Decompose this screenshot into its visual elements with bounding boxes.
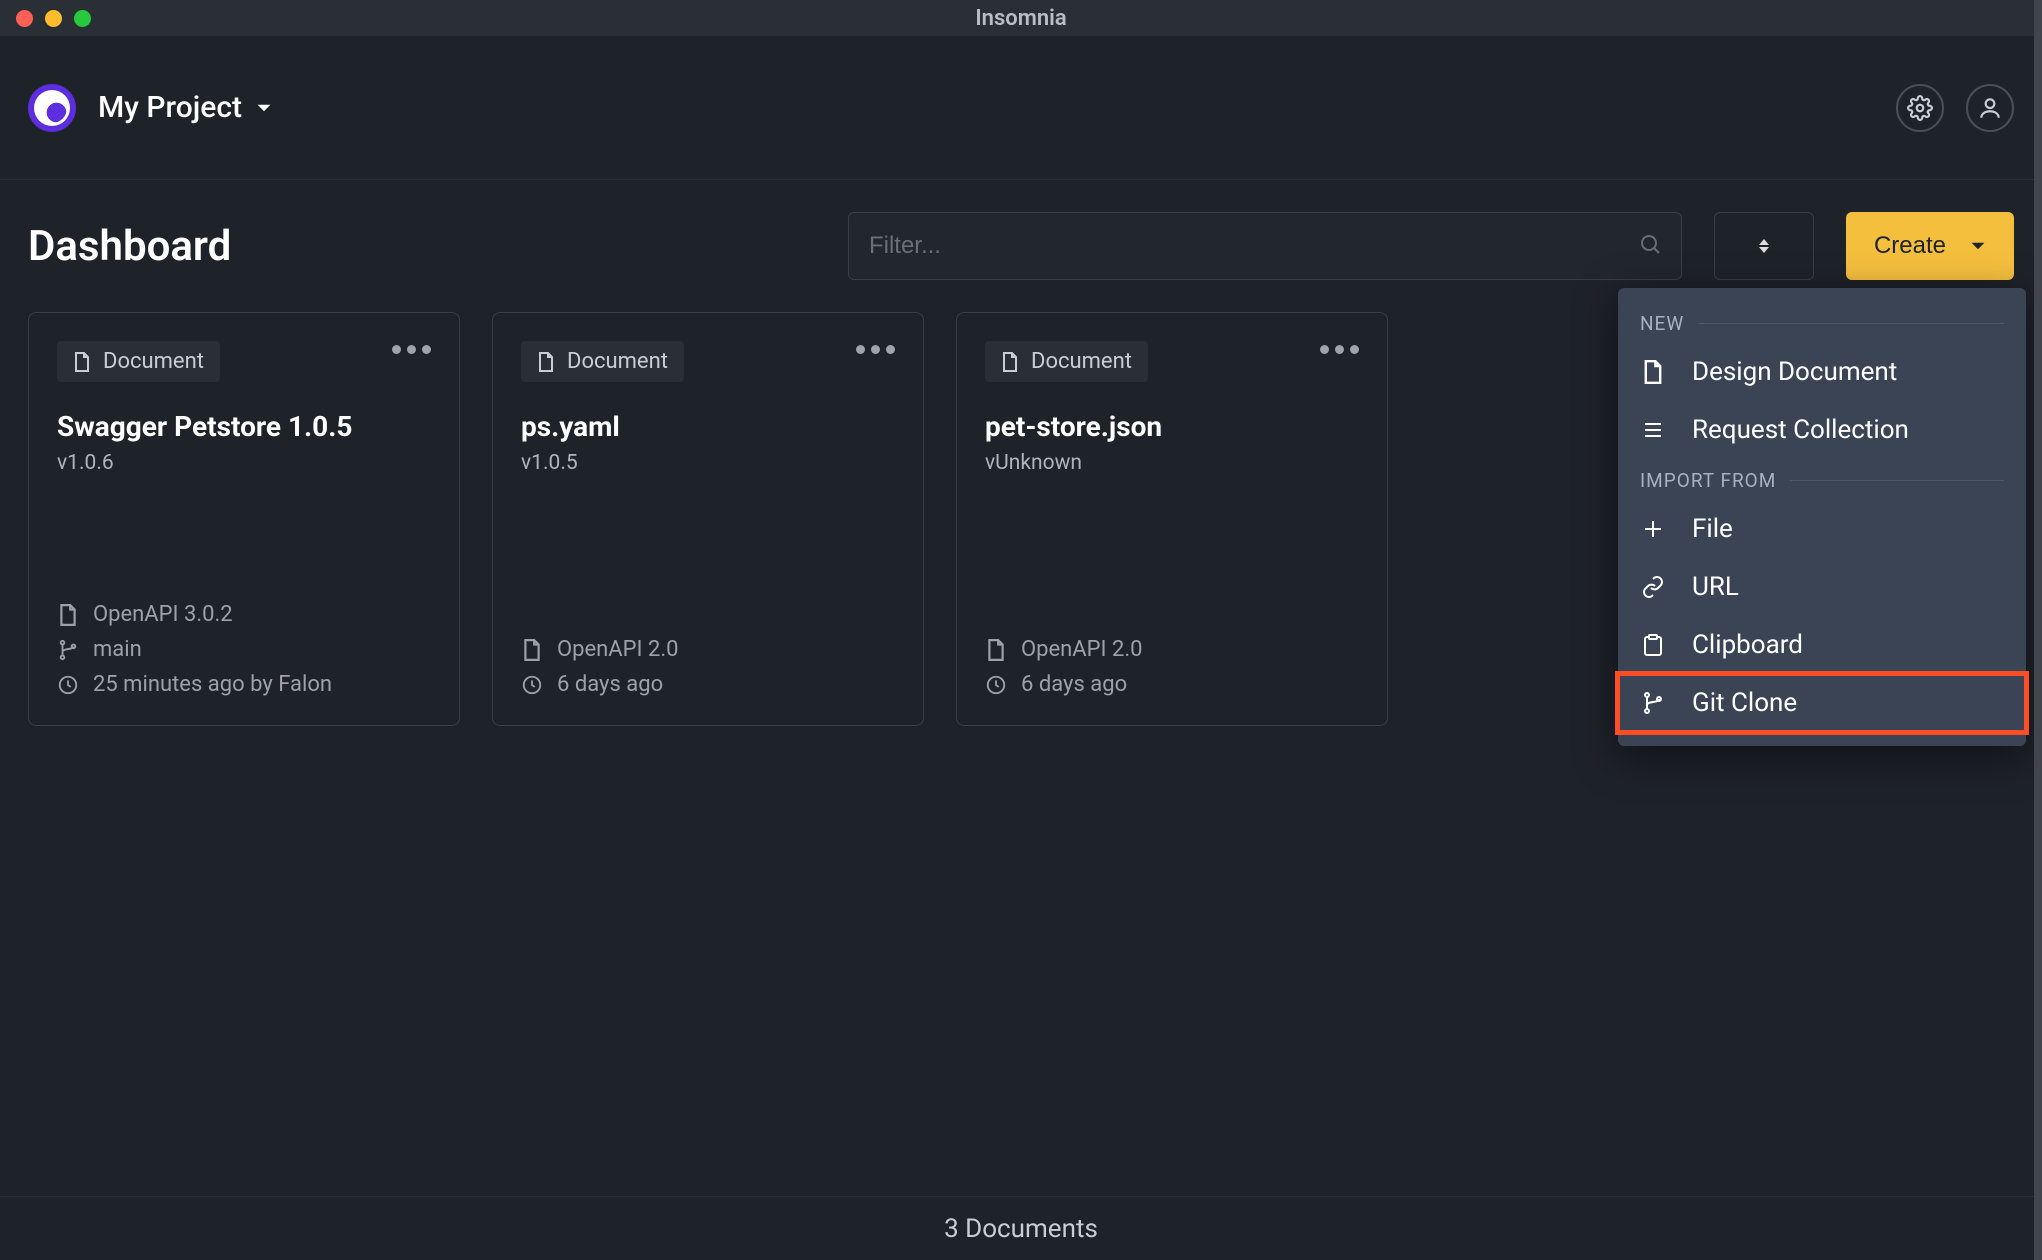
create-button-label: Create <box>1874 232 1946 260</box>
dropdown-item-url[interactable]: URL <box>1618 558 2026 616</box>
document-icon <box>985 639 1007 661</box>
app-logo <box>28 84 76 132</box>
document-card[interactable]: Document ps.yaml v1.0.5 OpenAPI 2.0 6 da… <box>492 312 924 726</box>
dropdown-item-label: Clipboard <box>1692 630 1803 660</box>
card-tag: Document <box>985 341 1148 382</box>
card-title: Swagger Petstore 1.0.5 <box>57 410 431 443</box>
page-title: Dashboard <box>28 222 231 271</box>
git-branch-icon <box>1640 690 1666 716</box>
clock-icon <box>521 674 543 696</box>
settings-button[interactable] <box>1896 84 1944 132</box>
card-meta: OpenAPI 2.0 6 days ago <box>985 637 1359 697</box>
card-time: 6 days ago <box>1021 672 1127 697</box>
status-bar: 3 Documents <box>0 1196 2042 1260</box>
dropdown-item-label: URL <box>1692 572 1739 602</box>
dashboard-toolbar: Dashboard Create <box>0 180 2042 300</box>
document-card[interactable]: Document pet-store.json vUnknown OpenAPI… <box>956 312 1388 726</box>
card-time-row: 6 days ago <box>521 672 895 697</box>
dropdown-item-design-document[interactable]: Design Document <box>1618 343 2026 401</box>
dropdown-section-import: IMPORT FROM <box>1618 459 2026 500</box>
card-more-button[interactable] <box>848 337 903 362</box>
app-title: Insomnia <box>0 6 2042 31</box>
gear-icon <box>1907 95 1933 121</box>
card-tag: Document <box>521 341 684 382</box>
card-title: ps.yaml <box>521 410 895 443</box>
card-time-row: 25 minutes ago by Falon <box>57 672 431 697</box>
document-icon <box>73 352 91 372</box>
dropdown-item-label: Design Document <box>1692 357 1897 387</box>
document-card[interactable]: Document Swagger Petstore 1.0.5 v1.0.6 O… <box>28 312 460 726</box>
dropdown-item-label: Git Clone <box>1692 688 1797 718</box>
document-icon <box>57 604 79 626</box>
dropdown-item-label: Request Collection <box>1692 415 1909 445</box>
dropdown-section-new: NEW <box>1618 302 2026 343</box>
card-title: pet-store.json <box>985 410 1359 443</box>
create-dropdown: NEW Design Document Request Collection I… <box>1618 288 2026 746</box>
card-spec: OpenAPI 3.0.2 <box>93 602 233 627</box>
card-version: vUnknown <box>985 451 1359 475</box>
list-icon <box>1640 417 1666 443</box>
card-tag: Document <box>57 341 220 382</box>
project-name-label: My Project <box>98 90 242 125</box>
search-icon <box>1638 232 1662 260</box>
document-icon <box>521 639 543 661</box>
filter-wrap <box>848 212 1682 280</box>
card-spec-row: OpenAPI 3.0.2 <box>57 602 431 627</box>
dropdown-item-label: File <box>1692 514 1733 544</box>
card-tag-label: Document <box>567 349 668 374</box>
card-branch-row: main <box>57 637 431 662</box>
app-header: My Project <box>0 36 2042 180</box>
right-edge-strip <box>2034 0 2042 1260</box>
clipboard-icon <box>1640 632 1666 658</box>
caret-down-icon <box>256 100 272 116</box>
caret-down-icon <box>1970 238 1986 254</box>
titlebar: Insomnia <box>0 0 2042 36</box>
dropdown-item-request-collection[interactable]: Request Collection <box>1618 401 2026 459</box>
card-time: 25 minutes ago by Falon <box>93 672 332 697</box>
status-text: 3 Documents <box>944 1214 1098 1244</box>
dropdown-item-file[interactable]: File <box>1618 500 2026 558</box>
link-icon <box>1640 574 1666 600</box>
dropdown-item-clipboard[interactable]: Clipboard <box>1618 616 2026 674</box>
document-icon <box>537 352 555 372</box>
card-meta: OpenAPI 2.0 6 days ago <box>521 637 895 697</box>
plus-icon <box>1640 516 1666 542</box>
clock-icon <box>57 674 79 696</box>
create-button[interactable]: Create <box>1846 212 2014 280</box>
card-spec: OpenAPI 2.0 <box>1021 637 1143 662</box>
sort-icon <box>1754 236 1774 256</box>
card-tag-label: Document <box>103 349 204 374</box>
card-branch: main <box>93 637 142 662</box>
clock-icon <box>985 674 1007 696</box>
sort-button[interactable] <box>1714 212 1814 280</box>
document-icon <box>1001 352 1019 372</box>
git-branch-icon <box>57 639 79 661</box>
card-version: v1.0.6 <box>57 451 431 475</box>
card-time: 6 days ago <box>557 672 663 697</box>
account-button[interactable] <box>1966 84 2014 132</box>
filter-input[interactable] <box>848 212 1682 280</box>
card-meta: OpenAPI 3.0.2 main 25 minutes ago by Fal… <box>57 602 431 697</box>
document-icon <box>1640 359 1666 385</box>
card-spec-row: OpenAPI 2.0 <box>521 637 895 662</box>
project-switcher[interactable]: My Project <box>98 90 272 125</box>
card-time-row: 6 days ago <box>985 672 1359 697</box>
card-more-button[interactable] <box>384 337 439 362</box>
user-icon <box>1977 95 2003 121</box>
dropdown-item-git-clone[interactable]: Git Clone <box>1618 674 2026 732</box>
card-spec: OpenAPI 2.0 <box>557 637 679 662</box>
card-tag-label: Document <box>1031 349 1132 374</box>
card-version: v1.0.5 <box>521 451 895 475</box>
card-spec-row: OpenAPI 2.0 <box>985 637 1359 662</box>
card-more-button[interactable] <box>1312 337 1367 362</box>
